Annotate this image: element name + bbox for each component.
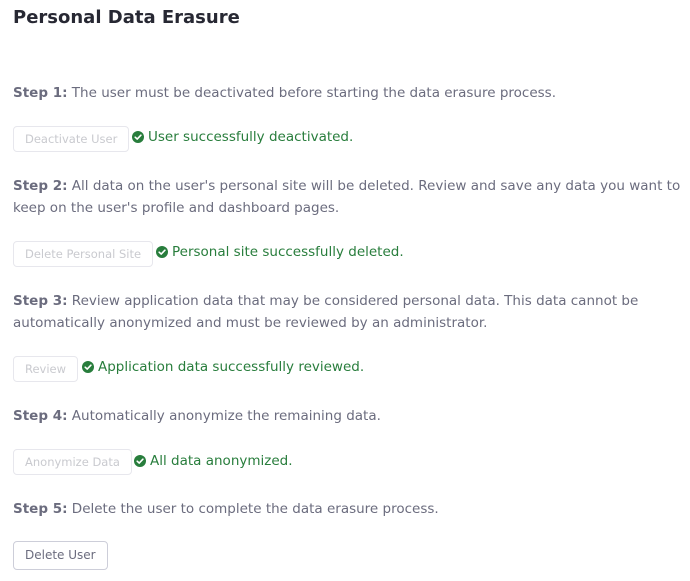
step-1-status-text: User successfully deactivated. [148,129,354,145]
step-5-text: Delete the user to complete the data era… [71,501,439,517]
page-title: Personal Data Erasure [13,7,240,28]
step-2-description: Step 2: All data on the user's personal … [13,175,685,219]
step-5-label: Step 5: [13,501,68,517]
step-3-text: Review application data that may be cons… [13,293,639,331]
step-4-status: All data anonymized. [134,452,293,470]
step-2-status-text: Personal site successfully deleted. [172,244,404,260]
step-3-label: Step 3: [13,293,68,309]
step-1-label: Step 1: [13,85,68,101]
step-3-status: Application data successfully reviewed. [82,358,364,376]
step-4-description: Step 4: Automatically anonymize the rema… [13,405,685,427]
deactivate-user-button[interactable]: Deactivate User [13,126,130,152]
step-5-description: Step 5: Delete the user to complete the … [13,498,685,520]
delete-user-button[interactable]: Delete User [13,541,108,570]
step-4-text: Automatically anonymize the remaining da… [71,408,381,424]
check-circle-icon [156,246,168,258]
step-2-text: All data on the user's personal site wil… [13,178,681,216]
step-1-description: Step 1: The user must be deactivated bef… [13,82,685,104]
review-button[interactable]: Review [13,356,79,382]
step-2-label: Step 2: [13,178,68,194]
check-circle-icon [82,361,94,373]
check-circle-icon [134,455,146,467]
anonymize-data-button[interactable]: Anonymize Data [13,449,132,475]
check-circle-icon [132,131,144,143]
step-4-label: Step 4: [13,408,68,424]
personal-data-erasure-page: Personal Data Erasure Step 1: The user m… [0,0,690,581]
step-1-text: The user must be deactivated before star… [71,85,556,101]
delete-personal-site-button[interactable]: Delete Personal Site [13,241,154,267]
step-4-status-text: All data anonymized. [150,453,293,469]
step-3-description: Step 3: Review application data that may… [13,290,685,334]
step-2-status: Personal site successfully deleted. [156,243,404,261]
step-3-status-text: Application data successfully reviewed. [98,359,365,375]
step-1-status: User successfully deactivated. [132,128,353,146]
